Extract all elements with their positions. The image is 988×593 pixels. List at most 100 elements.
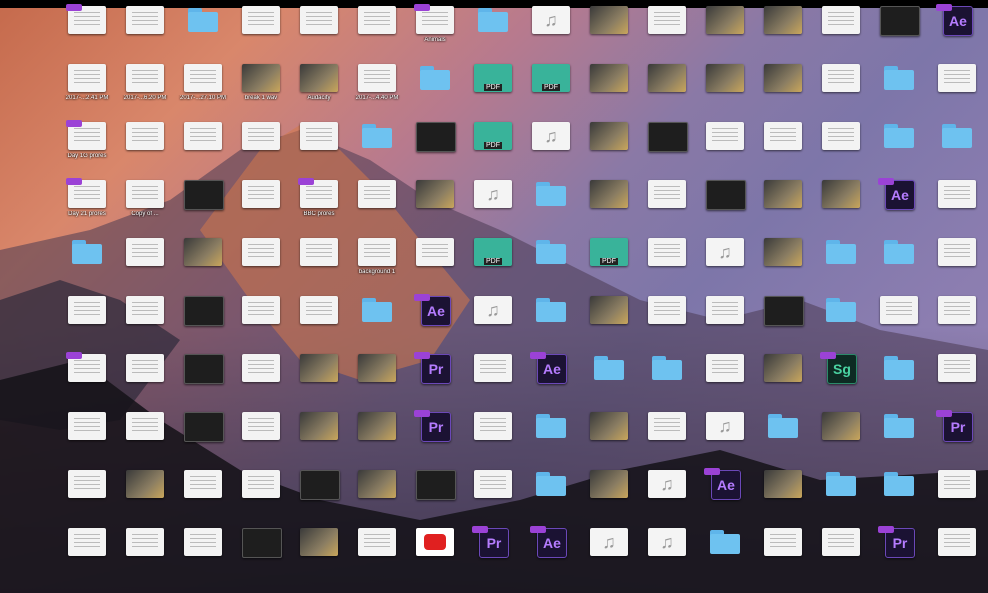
desktop-file-icon[interactable]	[116, 470, 174, 528]
desktop-file-icon[interactable]	[290, 238, 348, 296]
desktop-file-icon[interactable]	[696, 354, 754, 412]
desktop-file-icon[interactable]	[290, 354, 348, 412]
desktop-file-icon[interactable]	[348, 470, 406, 528]
desktop-file-icon[interactable]: ♫	[464, 180, 522, 238]
desktop-file-icon[interactable]	[928, 528, 986, 586]
desktop-file-icon[interactable]	[928, 354, 986, 412]
desktop-file-icon[interactable]	[464, 470, 522, 528]
desktop-file-icon[interactable]: Ae	[406, 294, 464, 354]
desktop-file-icon[interactable]: ♫	[522, 6, 580, 64]
desktop-file-icon[interactable]	[116, 354, 174, 412]
desktop-file-icon[interactable]	[754, 412, 812, 470]
desktop-file-icon[interactable]	[696, 6, 754, 64]
desktop-file-icon[interactable]	[116, 122, 174, 180]
desktop-file-icon[interactable]	[812, 6, 870, 64]
desktop-file-icon[interactable]	[754, 528, 812, 586]
desktop-file-icon[interactable]	[870, 470, 928, 528]
desktop-file-icon[interactable]	[754, 122, 812, 180]
desktop-file-icon[interactable]	[928, 296, 986, 354]
desktop-file-icon[interactable]	[348, 412, 406, 470]
desktop-file-icon[interactable]	[174, 412, 232, 470]
desktop-file-icon[interactable]	[232, 122, 290, 180]
desktop-file-icon[interactable]	[580, 238, 638, 296]
desktop-file-icon[interactable]	[58, 352, 116, 412]
desktop-file-icon[interactable]	[870, 238, 928, 296]
desktop-file-icon[interactable]	[116, 412, 174, 470]
desktop-file-icon[interactable]: Day 21 prores	[58, 178, 116, 238]
desktop-file-icon[interactable]	[638, 6, 696, 64]
desktop-file-icon[interactable]	[174, 354, 232, 412]
desktop-file-icon[interactable]	[812, 64, 870, 122]
desktop-file-icon[interactable]	[290, 528, 348, 586]
desktop-file-icon[interactable]: Audacity	[290, 64, 348, 122]
desktop-file-icon[interactable]	[580, 470, 638, 528]
desktop-file-icon[interactable]	[870, 64, 928, 122]
desktop-file-icon[interactable]	[696, 180, 754, 238]
desktop-file-icon[interactable]	[870, 6, 928, 64]
desktop-file-icon[interactable]: 2017-...6.20 PM	[116, 64, 174, 122]
desktop-file-icon[interactable]: Pr	[928, 410, 986, 470]
desktop-file-icon[interactable]	[812, 238, 870, 296]
desktop-file-icon[interactable]: ♫	[696, 238, 754, 296]
desktop-file-icon[interactable]	[58, 412, 116, 470]
desktop-file-icon[interactable]	[348, 180, 406, 238]
desktop-file-icon[interactable]	[870, 354, 928, 412]
desktop-file-icon[interactable]: ♫	[464, 296, 522, 354]
desktop-file-icon[interactable]	[580, 354, 638, 412]
desktop-file-icon[interactable]	[754, 180, 812, 238]
desktop-file-icon[interactable]	[754, 296, 812, 354]
desktop-file-icon[interactable]	[754, 64, 812, 122]
desktop-file-icon[interactable]: Copy of ...	[116, 180, 174, 238]
desktop-file-icon[interactable]	[928, 238, 986, 296]
desktop-file-icon[interactable]	[290, 470, 348, 528]
desktop-file-icon[interactable]	[290, 6, 348, 64]
desktop-file-icon[interactable]	[58, 4, 116, 64]
desktop-file-icon[interactable]: ♫	[522, 122, 580, 180]
desktop-file-icon[interactable]	[812, 528, 870, 586]
desktop-file-icon[interactable]	[812, 470, 870, 528]
desktop-file-icon[interactable]	[464, 6, 522, 64]
desktop-file-icon[interactable]	[116, 528, 174, 586]
desktop-file-icon[interactable]	[232, 528, 290, 586]
desktop-file-icon[interactable]	[870, 122, 928, 180]
desktop-file-icon[interactable]	[116, 238, 174, 296]
desktop-file-icon[interactable]	[812, 122, 870, 180]
desktop-file-icon[interactable]	[638, 64, 696, 122]
desktop-file-icon[interactable]	[406, 470, 464, 528]
desktop-file-icon[interactable]: BBC prores	[290, 178, 348, 238]
desktop-file-icon[interactable]	[580, 64, 638, 122]
desktop-file-icon[interactable]	[638, 122, 696, 180]
desktop-file-icon[interactable]	[928, 64, 986, 122]
desktop-file-icon[interactable]	[812, 412, 870, 470]
desktop-file-icon[interactable]	[174, 180, 232, 238]
desktop-file-icon[interactable]	[232, 180, 290, 238]
desktop-file-icon[interactable]	[290, 412, 348, 470]
desktop-file-icon[interactable]	[232, 6, 290, 64]
desktop-file-icon[interactable]	[928, 122, 986, 180]
desktop-file-icon[interactable]	[232, 238, 290, 296]
desktop-file-icon[interactable]	[812, 296, 870, 354]
desktop-file-icon[interactable]	[754, 354, 812, 412]
desktop-file-icon[interactable]: ♫	[696, 412, 754, 470]
desktop-file-icon[interactable]	[696, 64, 754, 122]
desktop-file-icon[interactable]	[406, 528, 464, 586]
desktop-file-icon[interactable]: Ae	[870, 178, 928, 238]
desktop-file-icon[interactable]	[406, 64, 464, 122]
desktop-file-icon[interactable]	[580, 412, 638, 470]
desktop-file-icon[interactable]	[406, 180, 464, 238]
desktop-file-icon[interactable]	[754, 470, 812, 528]
desktop-file-icon[interactable]	[174, 6, 232, 64]
desktop-file-icon[interactable]	[928, 470, 986, 528]
desktop-file-icon[interactable]: 2017-...2.41 PM	[58, 64, 116, 122]
desktop-file-icon[interactable]	[232, 412, 290, 470]
desktop-file-icon[interactable]	[638, 180, 696, 238]
desktop-file-icon[interactable]	[406, 122, 464, 180]
desktop-file-icon[interactable]	[348, 296, 406, 354]
desktop-file-icon[interactable]	[522, 296, 580, 354]
desktop-file-icon[interactable]: ♫	[638, 528, 696, 586]
desktop-file-icon[interactable]: Ae	[522, 352, 580, 412]
desktop-file-icon[interactable]: Pr	[406, 410, 464, 470]
desktop-file-icon[interactable]	[522, 470, 580, 528]
desktop-file-icon[interactable]	[348, 122, 406, 180]
desktop-file-icon[interactable]	[754, 238, 812, 296]
